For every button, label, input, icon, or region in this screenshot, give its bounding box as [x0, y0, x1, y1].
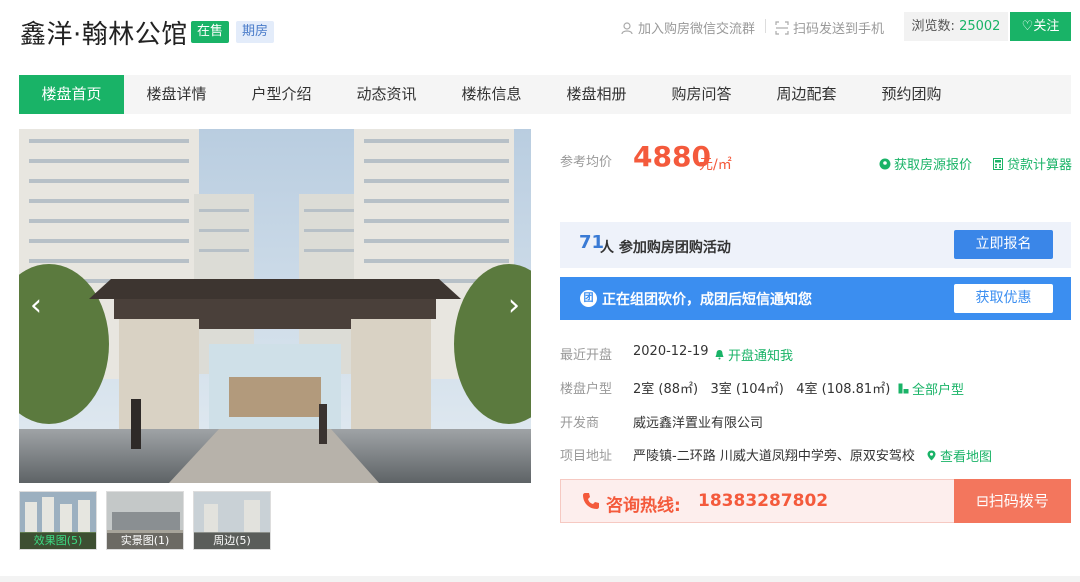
tab-group-buy[interactable]: 预约团购	[859, 75, 964, 114]
building-render-image	[19, 129, 531, 483]
thumb-surroundings-label: 周边(5)	[194, 533, 270, 549]
get-quote-label: 获取房源报价	[894, 158, 973, 173]
view-map-label: 查看地图	[940, 450, 993, 465]
signup-button[interactable]: 立即报名	[954, 230, 1053, 259]
get-quote-link[interactable]: 获取房源报价	[879, 154, 972, 173]
location-pin-icon	[879, 158, 891, 169]
scan-to-dial-label: 扫码拨号	[988, 492, 1049, 510]
views-label: 浏览数:	[911, 19, 955, 34]
group-icon: 团	[580, 290, 597, 307]
group-buy-text: 人 参加购房团购活动	[600, 240, 731, 256]
notice-text: 正在组团砍价，成团后短信通知您	[602, 292, 812, 308]
scan-to-phone-label: 扫码发送到手机	[793, 22, 885, 37]
unit-type-label: 楼盘户型	[560, 382, 613, 397]
divider	[0, 576, 1080, 582]
calculator-icon	[993, 157, 1003, 170]
scan-icon	[775, 20, 789, 35]
tab-buildings[interactable]: 楼栋信息	[439, 75, 544, 114]
developer-label: 开发商	[560, 416, 600, 431]
unit-type-value: 2室 (88㎡) 3室 (104㎡) 4室 (108.81㎡)	[633, 382, 891, 397]
main-nav: 楼盘首页 楼盘详情 户型介绍 动态资讯 楼栋信息 楼盘相册 购房问答 周边配套 …	[19, 75, 1071, 114]
open-date-label: 最近开盘	[560, 348, 613, 363]
price-label: 参考均价	[560, 155, 613, 170]
views-count: 25002	[959, 19, 1001, 34]
user-icon	[621, 21, 633, 34]
status-badge-on-sale: 在售	[191, 21, 230, 43]
hotline-number[interactable]: 18383287802	[698, 491, 828, 511]
tab-home[interactable]: 楼盘首页	[19, 75, 124, 114]
gallery-thumbnails: 效果图(5) 实景图(1) 周边(5)	[19, 491, 271, 550]
open-date-value: 2020-12-19	[633, 344, 709, 359]
hotline-bar: 咨询热线: 18383287802 ⊟扫码拨号	[560, 479, 1071, 523]
views-counter: 浏览数: 25002	[904, 12, 1008, 41]
group-buy-box: 71 人 参加购房团购活动 立即报名	[560, 222, 1071, 268]
tab-album[interactable]: 楼盘相册	[544, 75, 649, 114]
view-map-link[interactable]: 查看地图	[926, 446, 992, 465]
scan-to-phone-link[interactable]: 扫码发送到手机	[775, 18, 884, 37]
wechat-group-label: 加入购房微信交流群	[638, 22, 756, 37]
all-units-link[interactable]: 全部户型	[898, 379, 964, 398]
developer-value: 威远鑫洋置业有限公司	[633, 416, 764, 431]
thumb-surroundings[interactable]: 周边(5)	[193, 491, 271, 550]
follow-button[interactable]: ♡关注	[1010, 12, 1071, 41]
wechat-group-link[interactable]: 加入购房微信交流群	[620, 18, 755, 37]
tab-surroundings[interactable]: 周边配套	[754, 75, 859, 114]
thumb-real[interactable]: 实景图(1)	[106, 491, 184, 550]
tab-qa[interactable]: 购房问答	[649, 75, 754, 114]
thumb-render[interactable]: 效果图(5)	[19, 491, 97, 550]
price-unit: 元/㎡	[699, 157, 732, 173]
open-notify-label: 开盘通知我	[728, 349, 794, 364]
phone-icon	[583, 493, 599, 509]
scan-to-dial-button[interactable]: ⊟扫码拨号	[954, 479, 1071, 523]
tab-floorplans[interactable]: 户型介绍	[229, 75, 334, 114]
all-units-label: 全部户型	[912, 383, 965, 398]
address-label: 项目地址	[560, 449, 613, 464]
open-notify-link[interactable]: 开盘通知我	[714, 345, 793, 364]
get-discount-button[interactable]: 获取优惠	[954, 284, 1053, 313]
heart-icon: ♡	[1021, 19, 1034, 34]
hotline-label: 咨询热线:	[606, 496, 681, 516]
floorplan-icon	[898, 383, 909, 394]
status-badge-presale: 期房	[236, 21, 275, 43]
loan-calculator-label: 贷款计算器	[1007, 158, 1073, 173]
thumb-real-label: 实景图(1)	[107, 533, 183, 549]
gallery-main-image[interactable]: ‹ ›	[19, 129, 531, 483]
follow-label: 关注	[1033, 19, 1060, 34]
thumb-render-label: 效果图(5)	[20, 533, 96, 549]
tab-news[interactable]: 动态资讯	[334, 75, 439, 114]
scan-icon: ⊟	[976, 492, 989, 510]
gallery-next-button[interactable]: ›	[503, 289, 525, 323]
group-bargain-notice: 团 正在组团砍价，成团后短信通知您 获取优惠	[560, 277, 1071, 320]
bell-icon	[715, 350, 724, 360]
tab-details[interactable]: 楼盘详情	[124, 75, 229, 114]
divider	[765, 19, 766, 33]
map-pin-icon	[927, 450, 936, 461]
gallery-prev-button[interactable]: ‹	[25, 289, 47, 323]
address-value: 严陵镇-二环路 川威大道凤翔中学旁、原双安驾校	[633, 449, 915, 464]
loan-calculator-link[interactable]: 贷款计算器	[992, 154, 1072, 173]
page-title: 鑫洋·翰林公馆	[20, 20, 188, 50]
